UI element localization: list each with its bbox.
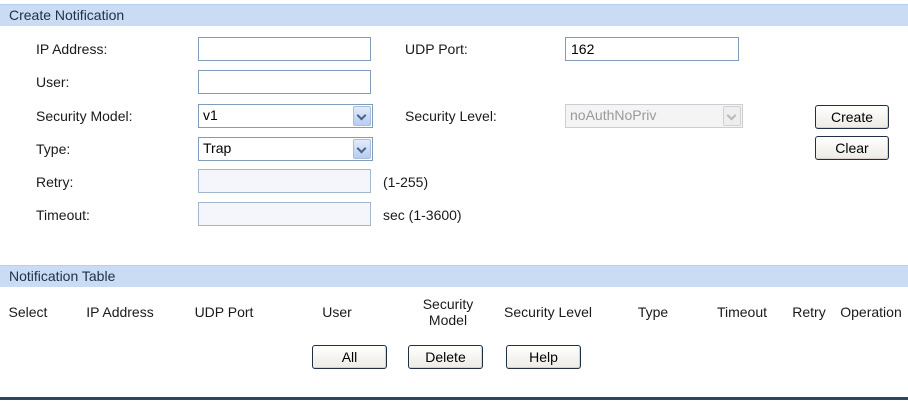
user-input[interactable] bbox=[198, 70, 371, 94]
column-header-security-level: Security Level bbox=[504, 304, 592, 320]
type-label: Type: bbox=[36, 141, 71, 157]
column-header-retry: Retry bbox=[792, 304, 826, 320]
security-model-value: v1 bbox=[203, 107, 218, 123]
udp-port-label: UDP Port: bbox=[405, 41, 468, 57]
column-header-select: Select bbox=[8, 304, 48, 320]
column-header-operation: Operation bbox=[840, 304, 902, 320]
type-select[interactable]: Trap bbox=[198, 137, 373, 161]
chevron-down-icon[interactable] bbox=[353, 139, 371, 159]
security-model-label: Security Model: bbox=[36, 108, 133, 124]
clear-button[interactable]: Clear bbox=[815, 136, 889, 160]
user-label: User: bbox=[36, 74, 70, 90]
delete-button[interactable]: Delete bbox=[408, 345, 483, 369]
security-level-label: Security Level: bbox=[405, 108, 497, 124]
timeout-range-hint: sec (1-3600) bbox=[383, 207, 462, 223]
select-all-button[interactable]: All bbox=[312, 345, 387, 369]
timeout-label: Timeout: bbox=[36, 207, 90, 223]
notification-table-header: Notification Table bbox=[0, 265, 908, 287]
column-header-user: User bbox=[322, 304, 352, 320]
chevron-down-icon[interactable] bbox=[353, 106, 371, 126]
retry-range-hint: (1-255) bbox=[383, 174, 429, 190]
security-model-select[interactable]: v1 bbox=[198, 104, 373, 128]
help-button[interactable]: Help bbox=[506, 345, 581, 369]
column-header-udp-port: UDP Port bbox=[194, 304, 254, 320]
column-header-type: Type bbox=[637, 304, 669, 320]
retry-input[interactable] bbox=[198, 169, 371, 193]
udp-port-input[interactable] bbox=[565, 37, 739, 61]
column-header-security-model: Security Model bbox=[422, 296, 474, 328]
ip-address-input[interactable] bbox=[198, 37, 371, 61]
type-value: Trap bbox=[203, 140, 232, 156]
create-notification-header: Create Notification bbox=[0, 4, 908, 26]
security-level-select: noAuthNoPriv bbox=[565, 104, 743, 128]
security-level-value: noAuthNoPriv bbox=[570, 107, 657, 123]
column-header-ip-address: IP Address bbox=[86, 304, 154, 320]
ip-address-label: IP Address: bbox=[36, 41, 108, 57]
chevron-down-icon bbox=[723, 106, 741, 126]
create-button[interactable]: Create bbox=[815, 105, 889, 129]
bottom-divider bbox=[0, 397, 908, 400]
retry-label: Retry: bbox=[36, 174, 74, 190]
timeout-input[interactable] bbox=[198, 202, 371, 226]
column-header-timeout: Timeout bbox=[716, 304, 768, 320]
